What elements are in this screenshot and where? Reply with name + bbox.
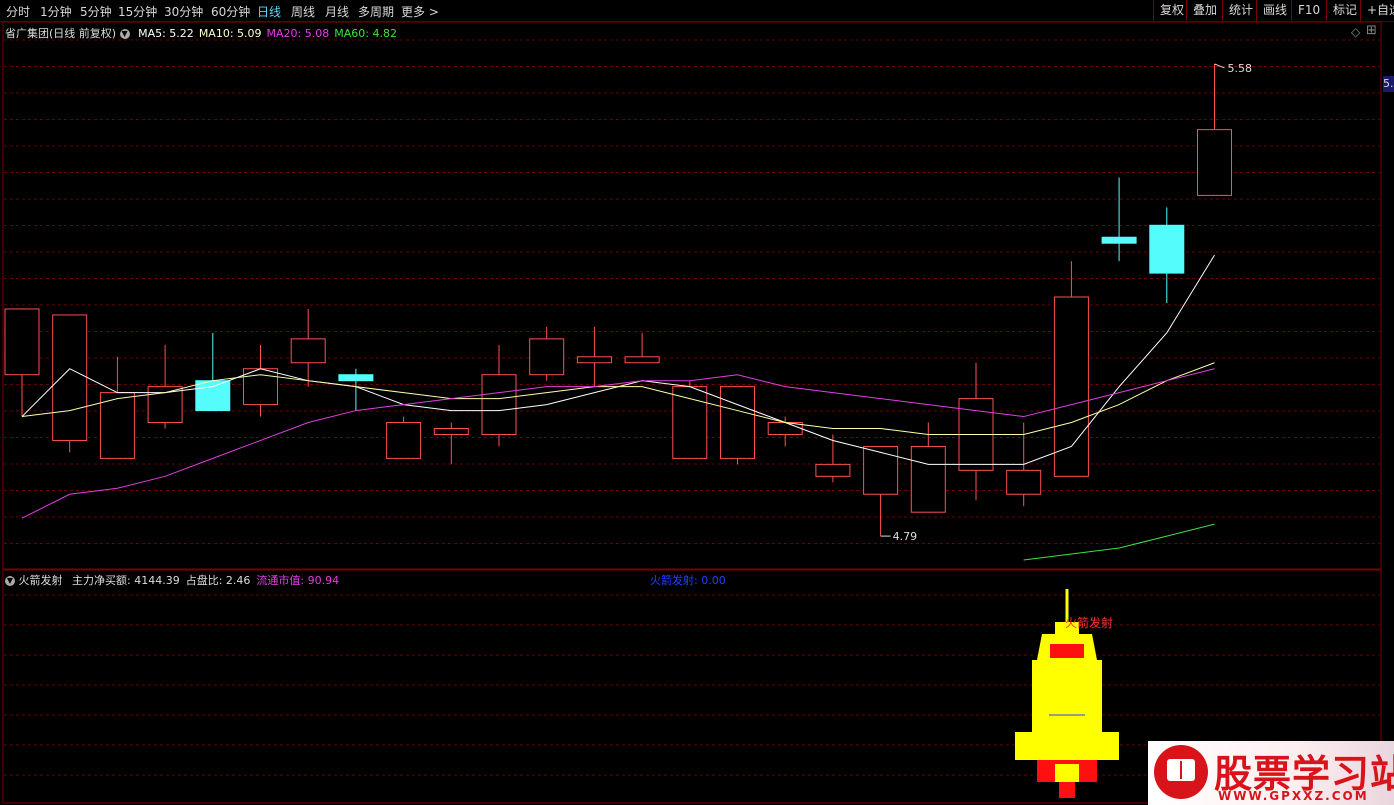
candle-body — [863, 445, 899, 495]
ma-label-1: MA10: 5.09 — [198, 27, 262, 40]
indicator-name: 火箭发射 — [18, 574, 63, 587]
period-tab-2[interactable]: 5分钟 — [80, 3, 112, 20]
indicator-field-0: 主力净买额: 4144.39 — [72, 574, 180, 587]
rocket-body — [1032, 660, 1102, 732]
indicator-field-1: 占盘比: 2.46 — [185, 574, 251, 587]
period-tab-4[interactable]: 30分钟 — [164, 3, 203, 20]
period-tab-5[interactable]: 60分钟 — [211, 3, 250, 20]
candle-body — [147, 386, 183, 424]
watermark-logo: 股票学习站 WWW.GPXXZ.COM — [1148, 741, 1394, 805]
candle-body — [386, 422, 422, 459]
watermark-url: WWW.GPXXZ.COM — [1218, 789, 1369, 803]
ma-label-2: MA20: 5.08 — [266, 27, 330, 40]
ma60-line — [1023, 523, 1215, 561]
period-tab-9[interactable]: 多周期 — [358, 3, 394, 20]
ma-label-0: MA5: 5.22 — [138, 27, 194, 40]
candles-group[interactable] — [4, 63, 1232, 537]
ma-label-3: MA60: 4.82 — [334, 27, 397, 40]
rocket-window — [1050, 644, 1084, 658]
candle-body — [529, 338, 565, 376]
candle-body — [1101, 236, 1137, 244]
toolbar-button-0[interactable]: 复权 — [1153, 0, 1184, 21]
low-price-label: 4.79 — [893, 530, 918, 543]
settings-icon[interactable]: ▼ — [119, 29, 130, 39]
candle-body — [290, 338, 326, 364]
expand-icon[interactable]: ⊞ — [1366, 23, 1377, 38]
candle-body — [99, 392, 135, 459]
stock-title: 省广集团(日线 前复权) — [5, 27, 117, 40]
candle-body — [433, 428, 469, 435]
candle-body — [672, 386, 708, 459]
indicator-settings-icon[interactable]: ▼ — [5, 576, 15, 586]
rocket-label: 火箭发射 — [1065, 615, 1113, 630]
period-tab-8[interactable]: 月线 — [325, 3, 349, 20]
candle-body — [338, 374, 374, 382]
toolbar-button-5[interactable]: 标记 — [1326, 0, 1357, 21]
candle-body — [624, 356, 660, 364]
rocket-flame-core — [1055, 764, 1079, 782]
period-tab-1[interactable]: 1分钟 — [40, 3, 72, 20]
period-tab-7[interactable]: 周线 — [291, 3, 315, 20]
diamond-icon[interactable]: ◇ — [1351, 25, 1360, 39]
indicator-fields: 主力净买额: 4144.39 占盘比: 2.46 流通市值: 90.94 — [66, 574, 339, 587]
toolbar-button-3[interactable]: 画线 — [1256, 0, 1287, 21]
toolbar-button-4[interactable]: F10 — [1291, 0, 1320, 21]
chart-canvas[interactable]: 5.58 4.79 火箭发射 — [0, 0, 1394, 805]
period-tab-3[interactable]: 15分钟 — [118, 3, 157, 20]
candle-body — [1197, 129, 1232, 196]
indicator-field-2: 流通市值: 90.94 — [256, 574, 340, 587]
candle-body — [481, 374, 517, 435]
ma-legend: MA5: 5.22 MA10: 5.09 MA20: 5.08 MA60: 4.82 — [133, 27, 397, 40]
candle-body — [195, 380, 231, 412]
main-info-bar: 省广集团(日线 前复权) ▼ MA5: 5.22 MA10: 5.09 MA20: … — [5, 25, 397, 41]
period-tab-10[interactable]: 更多 > — [401, 3, 439, 20]
book-icon — [1167, 759, 1195, 781]
rocket-fins — [1015, 732, 1119, 760]
sub-info-bar: ▼ 火箭发射 主力净买额: 4144.39 占盘比: 2.46 流通市值: 90.9… — [5, 572, 339, 588]
candle-body — [52, 314, 88, 441]
candle-body — [910, 445, 946, 513]
candle-body — [720, 386, 755, 459]
period-tab-0[interactable]: 分时 — [6, 3, 30, 20]
right-price-tag: 5. — [1383, 76, 1394, 92]
toolbar-button-2[interactable]: 统计 — [1222, 0, 1253, 21]
candle-body — [815, 463, 851, 477]
toolbar-button-1[interactable]: 叠加 — [1186, 0, 1217, 21]
candle-body — [1149, 224, 1185, 274]
main-grid — [4, 39, 1380, 544]
rocket-indicator: 火箭发射 — [1015, 589, 1119, 798]
period-tab-6[interactable]: 日线 — [257, 3, 281, 20]
high-price-label: 5.58 — [1228, 62, 1253, 75]
candle-body — [1053, 296, 1089, 477]
candle-body — [243, 368, 278, 406]
toolbar-button-6[interactable]: +自选 — [1360, 0, 1394, 21]
rocket-flame-tail — [1059, 782, 1075, 798]
candle-body — [1006, 469, 1042, 495]
candle-body — [4, 308, 40, 376]
period-toolbar: 分时 1分钟 5分钟 15分钟 30分钟 60分钟 日线 周线 月线 多周期 更多 > 复权 叠加 统计画… — [0, 0, 1394, 22]
candle-body — [576, 356, 612, 364]
indicator-center-label: 火箭发射: 0.00 — [650, 574, 726, 587]
high-marker-line — [1214, 63, 1225, 69]
ma5-line — [21, 254, 1215, 465]
